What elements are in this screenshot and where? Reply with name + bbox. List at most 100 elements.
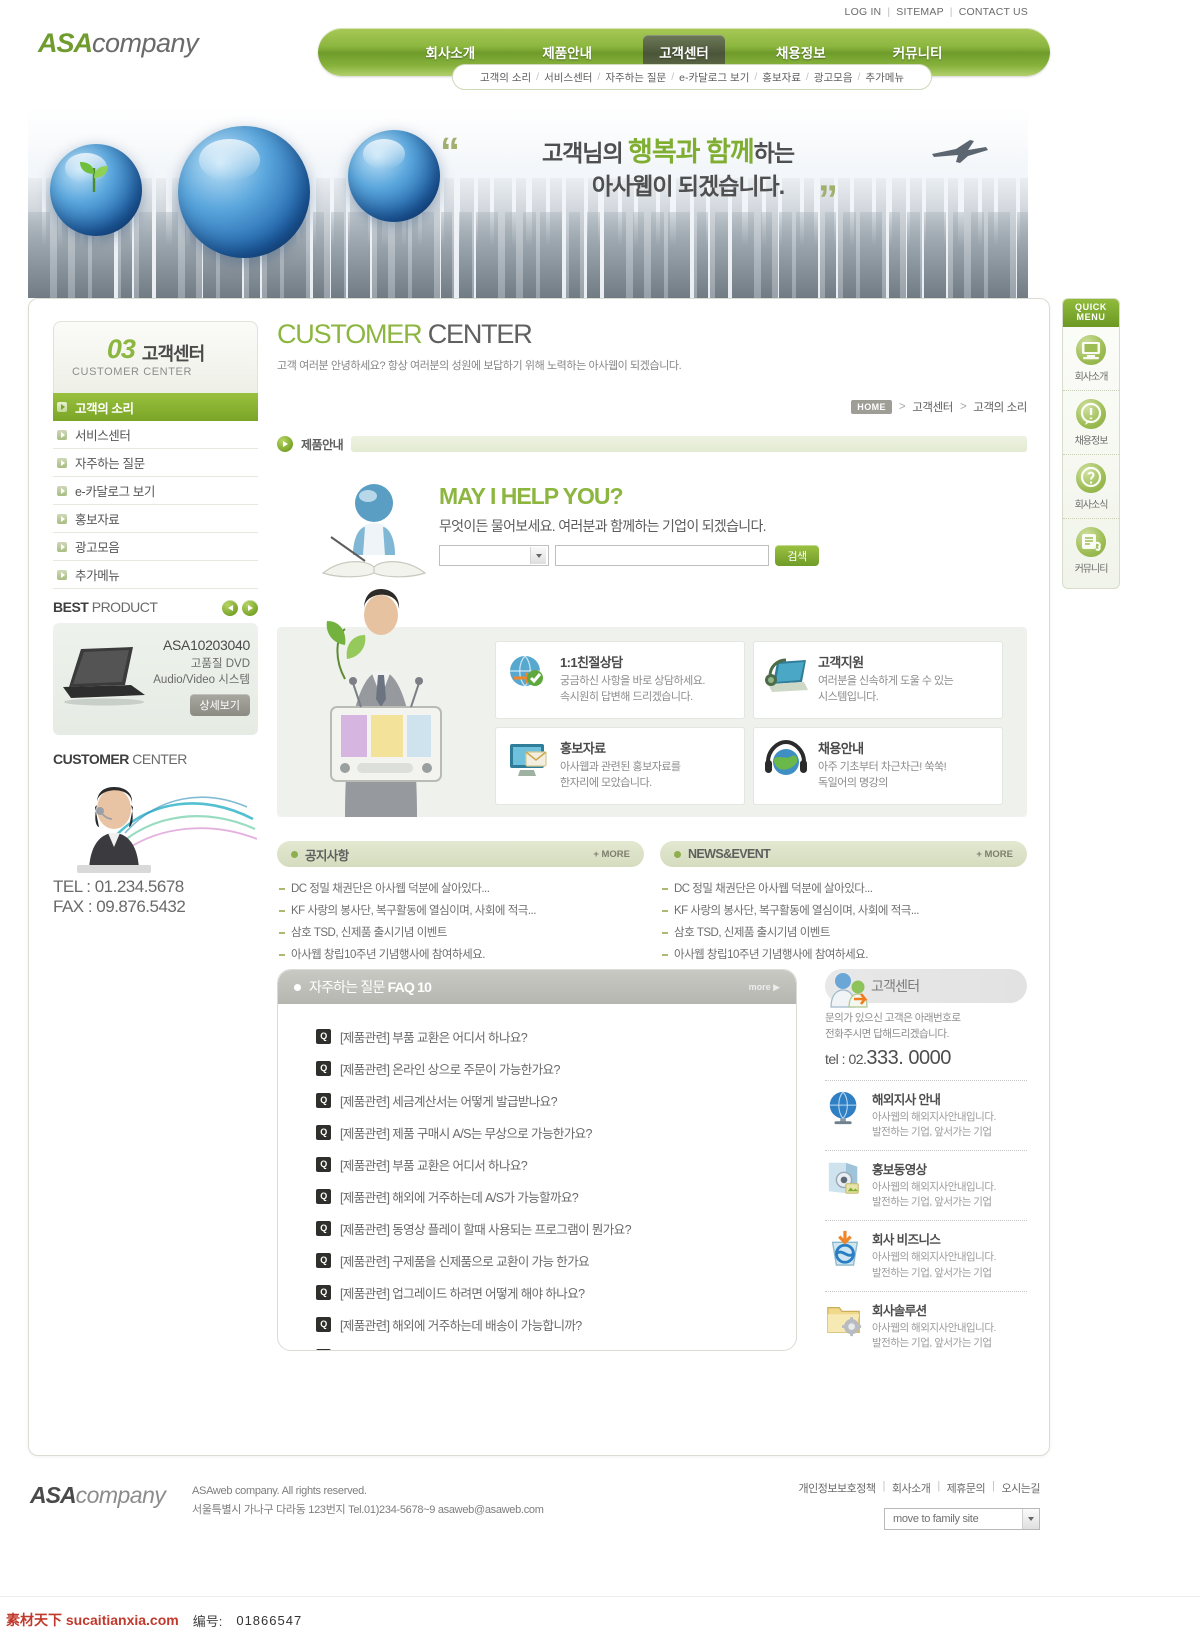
lnb-item-6[interactable]: 추가메뉴 (53, 561, 258, 589)
lnb-item-3[interactable]: e-카달로그 보기 (53, 477, 258, 505)
service-box-3[interactable]: 채용안내 아주 기초부터 차근차근! 쑥쑥! 독일어의 명강의 (753, 727, 1003, 805)
subnav-item-4[interactable]: 홍보자료 (762, 70, 801, 85)
quick-menu-label: 커뮤니티 (1074, 564, 1109, 575)
question-badge-icon: Q (316, 1220, 331, 1236)
faq-more-link[interactable]: more ▶ (749, 982, 780, 993)
next-arrow-icon[interactable] (242, 600, 258, 616)
may-i-help-subtitle: 무엇이든 물어보세요. 여러분과 함께하는 기업이 되겠습니다. (439, 518, 767, 534)
speech-card-icon (1082, 534, 1101, 551)
notice-item-1[interactable]: KF 사랑의 봉사단, 복구활동에 열심이며, 사회에 적극... (277, 899, 644, 921)
quick-menu-label: 채용정보 (1074, 436, 1109, 447)
breadcrumb-home[interactable]: HOME (851, 400, 892, 414)
lnb-item-2[interactable]: 자주하는 질문 (53, 449, 258, 477)
search-button[interactable]: 검색 (775, 545, 819, 566)
quick-menu-item-3[interactable]: 커뮤니티 (1063, 518, 1119, 582)
notice-panel-0: 공지사항 + MORE DC 정밀 채권단은 아사웹 덕분에 살아있다... KF 사… (277, 841, 644, 965)
faq-item-2[interactable]: Q [제품관련] 세금계산서는 어떻게 발급받나요? (316, 1084, 796, 1116)
faq-item-text: [제품관련] 부품 교환은 어디서 하나요? (340, 1158, 528, 1173)
left-navigation: 03 고객센터 CUSTOMER CENTER 고객의 소리 서비스센터 자주하는 … (53, 321, 258, 589)
right-info-row-1[interactable]: 홍보동영상 아사웹의 해외지사안내입니다. 발전하는 기업, 앞서가는 기업 (825, 1159, 1027, 1210)
right-info-desc-1: 문의가 있으신 고객은 아래번호로 (825, 1012, 961, 1024)
search-category-select[interactable] (439, 545, 549, 566)
footer-link-3[interactable]: 오시는길 (1002, 1480, 1041, 1496)
page-footer: ASAcompany ASAweb company. All rights re… (0, 1476, 1200, 1586)
footer-link-0[interactable]: 개인정보보호정책 (799, 1480, 876, 1496)
service-desc-line1: 아사웹과 관련된 홍보자료를 (560, 761, 681, 773)
search-input[interactable] (555, 545, 769, 566)
lnb-item-label: 광고모음 (75, 541, 120, 555)
footer-link-1[interactable]: 회사소개 (892, 1480, 931, 1496)
breadcrumb-level-2: 고객의 소리 (973, 402, 1027, 414)
sitemap-link[interactable]: SITEMAP (896, 6, 944, 18)
faq-item-5[interactable]: Q [제품관련] 해외에 거주하는데 A/S가 가능할까요? (316, 1180, 796, 1212)
footer-link-2[interactable]: 제휴문의 (947, 1480, 986, 1496)
faq-item-9[interactable]: Q [제품관련] 해외에 거주하는데 배송이 가능합니까? (316, 1308, 796, 1340)
hero-copy: 고객님의 행복과 함께하는 아사웹이 되겠습니다. (458, 134, 878, 203)
utility-bar: LOG IN | SITEMAP | CONTACT US (845, 6, 1028, 18)
notice-item-0[interactable]: DC 정밀 채권단은 아사웹 덕분에 살아있다... (660, 877, 1027, 899)
right-info-row-3[interactable]: 회사솔루션 아사웹의 해외지사안내입니다. 발전하는 기업, 앞서가는 기업 (825, 1300, 1027, 1351)
notice-item-1[interactable]: KF 사랑의 봉사단, 복구활동에 열심이며, 사회에 적극... (660, 899, 1027, 921)
contact-us-link[interactable]: CONTACT US (959, 6, 1028, 18)
lnb-arrow-icon (57, 569, 67, 580)
service-box-2[interactable]: 홍보자료 아사웹과 관련된 홍보자료를 한자리에 모았습니다. (495, 727, 745, 805)
right-info-row-2[interactable]: 회사 비즈니스 아사웹의 해외지사안내입니다. 발전하는 기업, 앞서가는 기업 (825, 1229, 1027, 1280)
right-info-row-0[interactable]: 해외지사 안내 아사웹의 해외지사안내입니다. 발전하는 기업, 앞서가는 기업 (825, 1089, 1027, 1140)
faq-item-10[interactable]: Q [제품관련] 온라인 상으로 주문이 가능한가요? (316, 1340, 796, 1350)
page-title-b: CENTER (421, 319, 533, 349)
faq-item-1[interactable]: Q [제품관련] 온라인 상으로 주문이 가능한가요? (316, 1052, 796, 1084)
notice-item-2[interactable]: 삼호 TSD, 신제품 출시기념 이벤트 (660, 921, 1027, 943)
page-description: 고객 여러분 안녕하세요? 항상 여러분의 성원에 보답하기 위해 노력하는 아… (277, 360, 682, 372)
family-site-select[interactable]: move to family site (884, 1508, 1040, 1530)
service-box-0[interactable]: 1:1친절상담 궁금하신 사항을 바로 상담하세요. 속시원히 답변해 드리겠습니다… (495, 641, 745, 719)
best-product-detail-button[interactable]: 상세보기 (189, 694, 250, 716)
login-link[interactable]: LOG IN (845, 6, 882, 18)
notice-header: NEWS&EVENT + MORE (660, 841, 1027, 867)
notice-item-2[interactable]: 삼호 TSD, 신제품 출시기념 이벤트 (277, 921, 644, 943)
family-site-chevron-icon (1022, 1509, 1039, 1529)
footer-logo[interactable]: ASAcompany (30, 1484, 166, 1507)
lnb-item-5[interactable]: 광고모음 (53, 533, 258, 561)
quick-menu-label: 회사소개 (1074, 372, 1109, 383)
notice-item-3[interactable]: 아사웹 창립10주년 기념행사에 참여하세요. (660, 943, 1027, 965)
question-badge-icon: Q (316, 1156, 331, 1172)
faq-item-8[interactable]: Q [제품관련] 업그레이드 하려면 어떻게 해야 하나요? (316, 1276, 796, 1308)
subnav-item-6[interactable]: 추가메뉴 (865, 70, 904, 85)
watermark-number: 01866547 (236, 1612, 303, 1628)
lnb-item-1[interactable]: 서비스센터 (53, 421, 258, 449)
service-text: 1:1친절상담 궁금하신 사항을 바로 상담하세요. 속시원히 답변해 드리겠습니다… (560, 652, 705, 718)
globe-headphone-icon (765, 739, 807, 775)
notice-item-3[interactable]: 아사웹 창립10주년 기념행사에 참여하세요. (277, 943, 644, 965)
service-box-1[interactable]: 고객지원 여러분을 신속하게 도울 수 있는 시스템입니다. (753, 641, 1003, 719)
laptop-icon (63, 647, 145, 706)
subnav-item-5[interactable]: 광고모음 (814, 70, 853, 85)
subnav-item-3[interactable]: e-카달로그 보기 (679, 70, 749, 85)
quick-menu-item-0[interactable]: 회사소개 (1063, 327, 1119, 390)
notice-header: 공지사항 + MORE (277, 841, 644, 867)
breadcrumb-level-1[interactable]: 고객센터 (912, 399, 953, 415)
quick-menu-item-1[interactable]: 채용정보 (1063, 390, 1119, 454)
right-info-desc-2: 전화주시면 답해드리겠습니다. (825, 1027, 949, 1040)
subnav-item-1[interactable]: 서비스센터 (544, 70, 592, 85)
faq-item-3[interactable]: Q [제품관련] 제품 구매시 A/S는 무상으로 가능한가요? (316, 1116, 796, 1148)
quick-menu-item-2[interactable]: 회사소식 (1063, 454, 1119, 518)
faq-item-0[interactable]: Q [제품관련] 부품 교환은 어디서 하나요? (316, 1020, 796, 1052)
notice-more-link[interactable]: + MORE (976, 849, 1013, 860)
lnb-arrow-icon (57, 513, 67, 524)
lnb-item-4[interactable]: 홍보자료 (53, 505, 258, 533)
site-logo[interactable]: ASAcompany (38, 30, 199, 57)
faq-item-7[interactable]: Q [제품관련] 구제품을 신제품으로 교환이 가능 한가요 (316, 1244, 796, 1276)
notice-item-0[interactable]: DC 정밀 채권단은 아사웹 덕분에 살아있다... (277, 877, 644, 899)
subnav-item-2[interactable]: 자주하는 질문 (605, 70, 666, 85)
hero-line-2: 아사웹이 되겠습니다. (591, 173, 785, 200)
utility-sep-2: | (949, 6, 953, 18)
notice-more-link[interactable]: + MORE (593, 849, 630, 860)
subnav-item-0[interactable]: 고객의 소리 (480, 70, 531, 85)
faq-item-4[interactable]: Q [제품관련] 부품 교환은 어디서 하나요? (316, 1148, 796, 1180)
lnb-item-0[interactable]: 고객의 소리 (53, 393, 258, 421)
right-info-line1: 아사웹의 해외지사안내입니다. (872, 1251, 996, 1264)
faq-item-6[interactable]: Q [제품관련] 동영상 플레이 할때 사용되는 프로그램이 뭔가요? (316, 1212, 796, 1244)
subnav-sep-6: / (857, 71, 861, 83)
prev-arrow-icon[interactable] (222, 600, 238, 616)
lnb-item-list: 고객의 소리 서비스센터 자주하는 질문 e-카달로그 보기 홍보자료광고모음추가메뉴 (53, 393, 258, 589)
